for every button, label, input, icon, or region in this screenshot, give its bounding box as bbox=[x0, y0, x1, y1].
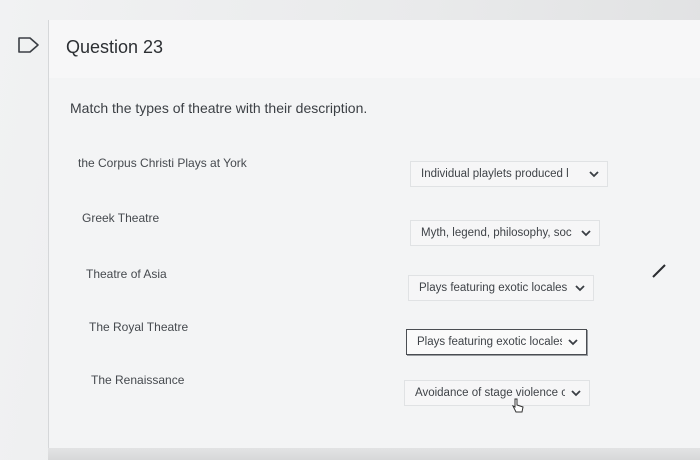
match-select-3[interactable]: Plays featuring exotic locales bbox=[408, 275, 594, 301]
pen-mark-icon bbox=[652, 264, 666, 278]
chevron-down-icon bbox=[568, 339, 578, 346]
match-select-2-value: Myth, legend, philosophy, soc bbox=[421, 227, 572, 239]
question-prompt: Match the types of theatre with their de… bbox=[70, 100, 368, 116]
match-select-1-value: Individual playlets produced l bbox=[421, 168, 569, 180]
match-select-3-value: Plays featuring exotic locales bbox=[419, 282, 568, 294]
match-select-5-value: Avoidance of stage violence c bbox=[415, 387, 565, 399]
match-term-3: Theatre of Asia bbox=[86, 267, 167, 281]
chevron-down-icon bbox=[575, 285, 585, 292]
match-term-1: the Corpus Christi Plays at York bbox=[78, 156, 247, 170]
chevron-down-icon bbox=[571, 390, 581, 397]
match-term-2: Greek Theatre bbox=[82, 211, 160, 225]
question-title: Question 23 bbox=[66, 37, 164, 57]
match-term-5: The Renaissance bbox=[91, 373, 185, 387]
card-bottom-edge bbox=[48, 448, 700, 460]
chevron-down-icon bbox=[581, 230, 591, 237]
flag-icon[interactable] bbox=[16, 36, 42, 54]
match-select-4[interactable]: Plays featuring exotic locales bbox=[406, 329, 587, 355]
match-select-1[interactable]: Individual playlets produced l bbox=[410, 161, 608, 187]
pointer-cursor-icon bbox=[511, 398, 524, 413]
match-select-4-value: Plays featuring exotic locales bbox=[417, 336, 562, 348]
match-select-2[interactable]: Myth, legend, philosophy, soc bbox=[410, 220, 600, 246]
match-select-5[interactable]: Avoidance of stage violence c bbox=[404, 380, 590, 406]
chevron-down-icon bbox=[589, 171, 599, 178]
match-term-4: The Royal Theatre bbox=[89, 320, 189, 334]
